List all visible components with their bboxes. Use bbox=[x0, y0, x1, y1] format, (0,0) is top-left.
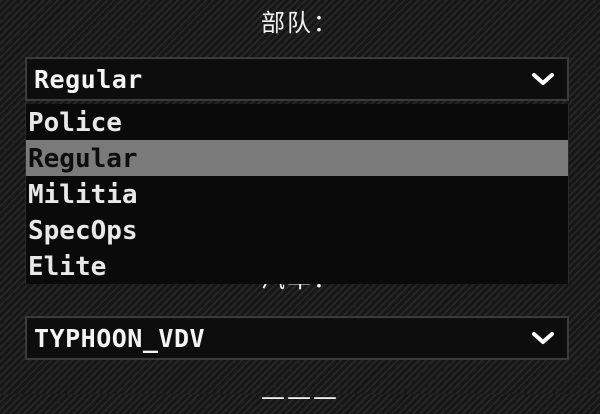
dropdown-option-specops[interactable]: SpecOps bbox=[26, 212, 568, 248]
chevron-down-icon[interactable] bbox=[531, 70, 555, 88]
unit-select[interactable]: Regular bbox=[25, 57, 569, 101]
dropdown-option-elite[interactable]: Elite bbox=[26, 248, 568, 284]
vehicle-select[interactable]: TYPHOON_VDV bbox=[25, 316, 569, 360]
dropdown-option-police[interactable]: Police bbox=[26, 104, 568, 140]
unit-dropdown-list: Police Regular Militia SpecOps Elite bbox=[25, 104, 569, 284]
vehicle-select-value: TYPHOON_VDV bbox=[34, 324, 206, 353]
unit-select-value: Regular bbox=[34, 65, 143, 94]
next-section-label: ——— bbox=[261, 383, 339, 411]
chevron-down-icon[interactable] bbox=[531, 329, 555, 347]
dropdown-option-militia[interactable]: Militia bbox=[26, 176, 568, 212]
unit-label: 部队： bbox=[261, 9, 339, 37]
dropdown-option-regular[interactable]: Regular bbox=[26, 140, 568, 176]
